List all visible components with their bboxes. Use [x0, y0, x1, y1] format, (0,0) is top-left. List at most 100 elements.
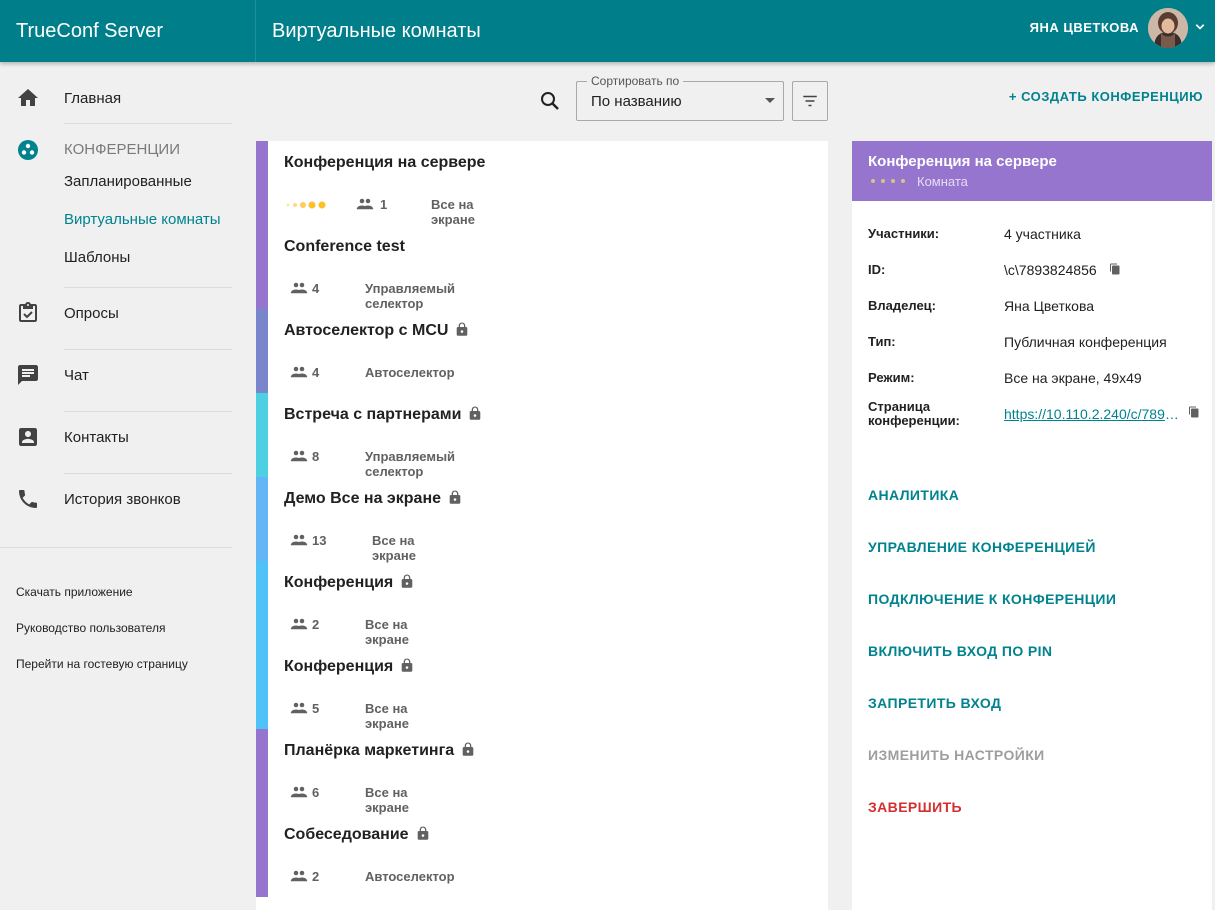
action-button-1[interactable]: АНАЛИТИКА	[868, 487, 959, 503]
conference-title: Встреча с партнерами	[284, 406, 481, 424]
list-item[interactable]: Конференция на сервере 1 Все на экране	[256, 141, 828, 227]
contact-card-icon	[19, 428, 37, 446]
conference-mode: Все на экране	[365, 701, 409, 731]
conference-mode: Все на экране	[431, 197, 475, 227]
conference-title: Конференция на сервере	[284, 154, 486, 171]
sort-select[interactable]: Сортировать по По названию	[576, 74, 784, 121]
color-bar	[256, 309, 268, 393]
filter-list-icon	[803, 95, 817, 107]
clipboard-check-icon	[19, 302, 37, 322]
people-icon	[290, 702, 308, 714]
create-conference-button[interactable]: + СОЗДАТЬ КОНФЕРЕНЦИЮ	[1009, 89, 1203, 104]
participants-value: 4 участника	[1004, 226, 1081, 242]
list-item[interactable]: Автоселектор с MCU 4 Автоселектор	[256, 309, 828, 393]
page-title: Виртуальные комнаты	[272, 20, 481, 42]
people-icon	[290, 282, 308, 294]
id-value: \c\7893824856	[1004, 262, 1097, 278]
sidebar-item-contacts[interactable]: Контакты	[0, 411, 256, 473]
id-label: ID:	[868, 262, 886, 277]
conference-title: Конференция	[284, 574, 413, 592]
participants-label: Участники:	[868, 226, 940, 241]
action-button-5[interactable]: ЗАПРЕТИТЬ ВХОД	[868, 695, 1001, 711]
list-item[interactable]: Встреча с партнерами 8 Управляемый селек…	[256, 393, 828, 479]
conference-title: Автоселектор с MCU	[284, 322, 468, 340]
conference-mode: Все на экране	[365, 617, 409, 647]
sidebar-item-label: Чат	[64, 367, 89, 384]
conference-page-link[interactable]: https://10.110.2.240/c/7893824856	[1004, 406, 1180, 422]
action-button-3[interactable]: ПОДКЛЮЧЕНИЕ К КОНФЕРЕНЦИИ	[868, 591, 1116, 607]
mode-value: Все на экране, 49x49	[1004, 370, 1142, 386]
owner-label: Владелец:	[868, 298, 936, 313]
guest-page-link[interactable]: Перейти на гостевую страницу	[16, 657, 188, 671]
filter-button[interactable]	[792, 81, 828, 121]
sort-select-label: Сортировать по	[587, 74, 684, 88]
sidebar-item-call-history[interactable]: История звонков	[0, 473, 256, 535]
download-app-link[interactable]: Скачать приложение	[16, 585, 133, 599]
lock-icon	[449, 490, 461, 504]
lock-icon	[457, 322, 468, 336]
list-item[interactable]: Планёрка маркетинга 6 Все на экране	[256, 729, 828, 815]
section-label-conferences: КОНФЕРЕНЦИИ	[64, 141, 180, 158]
copy-icon[interactable]	[1109, 263, 1121, 277]
action-button-7[interactable]: ЗАВЕРШИТЬ	[868, 799, 962, 815]
people-icon	[290, 534, 308, 546]
conference-mode: Управляемый селектор	[365, 281, 456, 311]
sidebar-item-polls[interactable]: Опросы	[0, 287, 256, 349]
type-value: Публичная конференция	[1004, 334, 1167, 350]
lock-icon	[470, 406, 481, 420]
dropdown-arrow-icon	[765, 98, 775, 103]
sidebar-item-home[interactable]: Главная	[0, 67, 256, 129]
details-subtitle: Комната	[917, 174, 968, 189]
participant-count: 8	[312, 449, 320, 464]
search-icon[interactable]	[538, 89, 562, 113]
conference-list: Конференция на сервере 1 Все на экране C…	[256, 141, 828, 910]
color-bar	[256, 393, 268, 477]
phone-icon	[19, 490, 37, 508]
people-icon	[290, 870, 308, 882]
details-title: Конференция на сервере	[868, 153, 1057, 170]
conference-title: Конференция	[284, 658, 413, 676]
owner-value: Яна Цветкова	[1004, 298, 1095, 314]
people-icon	[290, 786, 308, 798]
app-brand[interactable]: TrueConf Server	[16, 0, 163, 62]
type-label: Тип:	[868, 334, 896, 349]
avatar[interactable]	[1148, 8, 1188, 48]
conference-mode: Автоселектор	[365, 869, 455, 884]
sidebar: Главная КОНФЕРЕНЦИИ Запланированные Вирт…	[0, 62, 256, 910]
chevron-down-icon[interactable]	[1191, 18, 1209, 36]
participant-count: 13	[312, 533, 327, 548]
conference-title: Планёрка маркетинга	[284, 742, 474, 760]
color-bar	[256, 477, 268, 561]
live-indicator-icon	[286, 201, 326, 209]
sidebar-item-virtual-rooms[interactable]: Виртуальные комнаты	[64, 211, 221, 228]
copy-icon[interactable]	[1188, 406, 1200, 420]
list-item[interactable]: Конференция 2 Все на экране	[256, 561, 828, 647]
participant-count: 2	[312, 617, 320, 632]
participant-count: 2	[312, 869, 320, 884]
user-name[interactable]: ЯНА ЦВЕТКОВА	[1030, 0, 1139, 56]
top-app-bar: TrueConf Server Виртуальные комнаты ЯНА …	[0, 0, 1215, 62]
action-button-6[interactable]: ИЗМЕНИТЬ НАСТРОЙКИ	[868, 747, 1045, 763]
sidebar-item-templates[interactable]: Шаблоны	[64, 249, 130, 266]
sidebar-item-label: Главная	[64, 90, 122, 107]
action-button-2[interactable]: УПРАВЛЕНИЕ КОНФЕРЕНЦИЕЙ	[868, 539, 1096, 555]
color-bar	[256, 729, 268, 813]
sidebar-item-chat[interactable]: Чат	[0, 349, 256, 411]
list-item[interactable]: Собеседование 2 Автоселектор	[256, 813, 828, 897]
sidebar-item-label: Контакты	[64, 429, 129, 446]
conference-details-panel: Конференция на сервере Комната Участники…	[852, 141, 1212, 910]
chat-icon	[18, 365, 38, 385]
lock-icon	[417, 826, 428, 840]
sidebar-item-label: История звонков	[64, 491, 181, 508]
conference-title: Conference test	[284, 238, 405, 255]
conference-title: Демо Все на экране	[284, 490, 461, 508]
sidebar-item-scheduled[interactable]: Запланированные	[64, 173, 192, 190]
conference-title: Собеседование	[284, 826, 429, 844]
participant-count: 4	[312, 281, 320, 296]
list-item[interactable]: Конференция 5 Все на экране	[256, 645, 828, 731]
list-item[interactable]: Демо Все на экране 13 Все на экране	[256, 477, 828, 563]
user-guide-link[interactable]: Руководство пользователя	[16, 621, 165, 635]
participant-count: 4	[312, 365, 320, 380]
action-button-4[interactable]: ВКЛЮЧИТЬ ВХОД ПО PIN	[868, 643, 1052, 659]
list-item[interactable]: Conference test 4 Управляемый селектор	[256, 225, 828, 311]
